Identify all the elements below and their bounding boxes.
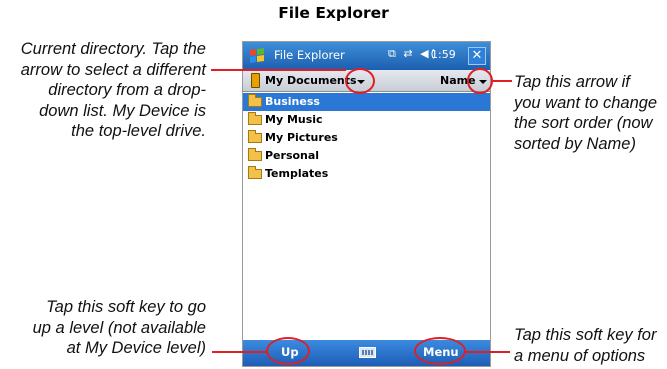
windows-start-icon[interactable] (247, 45, 269, 67)
folder-icon (248, 148, 262, 161)
up-key-annotation: Tap this soft key to go up a level (not … (0, 297, 206, 359)
folder-name: Business (265, 95, 320, 108)
folder-icon (248, 166, 262, 179)
folder-item-my-pictures[interactable]: My Pictures (243, 129, 490, 147)
title-bar: File Explorer ⧉ ⇄ ◀( 1:59 ✕ (243, 42, 490, 70)
annotation-line: you want to change (514, 93, 658, 112)
sort-leader-line (493, 80, 512, 82)
folder-name: My Music (265, 113, 323, 126)
device-icon (251, 73, 260, 88)
directory-annotation: Current directory. Tap the arrow to sele… (0, 39, 206, 142)
menu-key-highlight (414, 337, 466, 365)
up-key-leader-line (212, 351, 267, 353)
connectivity-volume-icons[interactable]: ⧉ ⇄ ◀( (388, 47, 437, 61)
annotation-line: arrow to select a different (20, 60, 206, 79)
page-title: File Explorer (278, 4, 389, 22)
folder-name: Personal (265, 149, 320, 162)
folder-name: Templates (265, 167, 329, 180)
annotation-line: the top-level drive. (71, 122, 206, 140)
directory-arrow-highlight (345, 68, 375, 94)
annotation-line: Tap this arrow if (514, 73, 630, 91)
sort-arrow-highlight (467, 68, 493, 94)
folder-item-business[interactable]: Business (243, 93, 490, 111)
folder-list: Business My Music My Pictures Personal T… (243, 93, 490, 183)
folder-item-my-music[interactable]: My Music (243, 111, 490, 129)
current-directory-label[interactable]: My Documents (265, 74, 357, 87)
folder-item-templates[interactable]: Templates (243, 165, 490, 183)
annotation-line: down list. My Device is (39, 101, 206, 120)
annotation-line: Tap this soft key to go (46, 298, 206, 316)
window-title: File Explorer (274, 48, 345, 62)
annotation-line: at My Device level) (66, 339, 206, 357)
sort-annotation: Tap this arrow if you want to change the… (514, 72, 664, 154)
clock[interactable]: 1:59 (431, 48, 456, 61)
folder-name: My Pictures (265, 131, 338, 144)
annotation-line: directory from a drop- (48, 81, 206, 99)
close-icon[interactable]: ✕ (468, 47, 486, 65)
annotation-line: Current directory. Tap the (20, 40, 206, 58)
annotation-line: Tap this soft key for (514, 326, 657, 344)
folder-icon (248, 112, 262, 125)
folder-icon (248, 130, 262, 143)
folder-item-personal[interactable]: Personal (243, 147, 490, 165)
annotation-line: sorted by Name) (514, 134, 636, 153)
menu-key-annotation: Tap this soft key for a menu of options (514, 325, 666, 366)
menu-key-leader-line (466, 351, 510, 353)
annotation-line: the sort order (now (514, 114, 653, 132)
directory-leader-line (211, 69, 346, 71)
annotation-line: up a level (not available (32, 318, 206, 337)
annotation-line: a menu of options (514, 346, 646, 365)
folder-icon (248, 94, 262, 107)
keyboard-icon[interactable] (359, 347, 376, 358)
up-key-highlight (266, 337, 310, 365)
